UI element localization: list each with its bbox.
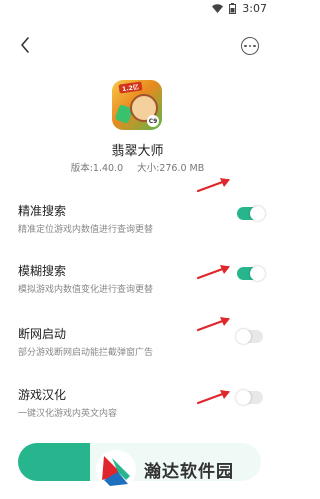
toggle-knob: [250, 266, 265, 281]
status-time: 3:07: [242, 1, 267, 15]
app-icon-badge: 1.2亿: [118, 81, 143, 94]
app-size: 大小:276.0 MB: [137, 163, 205, 174]
setting-desc: 部分游戏断网启动能拦截弹窗广告: [18, 348, 154, 358]
red-arrow-icon: [196, 390, 230, 405]
toggle-knob: [250, 206, 265, 221]
setting-precise-search: 精准搜索 精准定位游戏内数值进行查询更替: [18, 204, 265, 244]
wifi-icon: [212, 3, 224, 13]
brand-logo-icon: C9: [147, 115, 159, 127]
more-dot: [253, 44, 256, 48]
toggle-knob: [236, 329, 251, 344]
setting-offline-launch: 断网启动 部分游戏断网启动能拦截弹窗广告: [18, 327, 263, 367]
red-arrow-icon: [196, 317, 230, 332]
toggle-knob: [236, 390, 251, 405]
game-localization-toggle[interactable]: [236, 390, 263, 405]
more-dot: [248, 44, 252, 48]
watermark: 瀚达软件园: [90, 440, 275, 499]
setting-title: 精准搜索: [18, 204, 67, 218]
app-version: 版本:1.40.0: [70, 163, 124, 174]
red-arrow-icon: [196, 178, 230, 193]
more-circle-icon: [244, 44, 247, 48]
app-meta: 版本:1.40.0 大小:276.0 MB: [0, 160, 275, 174]
red-arrow-icon: [196, 265, 230, 280]
battery-icon: [229, 2, 237, 14]
setting-desc: 一键汉化游戏内英文内容: [18, 409, 118, 419]
back-button[interactable]: [14, 34, 36, 56]
offline-launch-toggle[interactable]: [236, 329, 263, 344]
watermark-logo-icon: [96, 449, 136, 490]
chevron-left-icon: [21, 37, 29, 53]
watermark-text: 瀚达软件园: [144, 462, 234, 482]
setting-desc: 精准定位游戏内数值进行查询更替: [18, 225, 154, 235]
setting-desc: 模拟游戏内数值变化进行查询更替: [18, 285, 154, 295]
status-bar: 3:07: [0, 0, 275, 16]
fuzzy-search-toggle[interactable]: [237, 266, 265, 281]
app-icon: 1.2亿 C9: [112, 80, 162, 130]
precise-search-toggle[interactable]: [237, 206, 265, 221]
more-button[interactable]: [241, 37, 259, 55]
app-name: 翡翠大师: [111, 144, 164, 159]
